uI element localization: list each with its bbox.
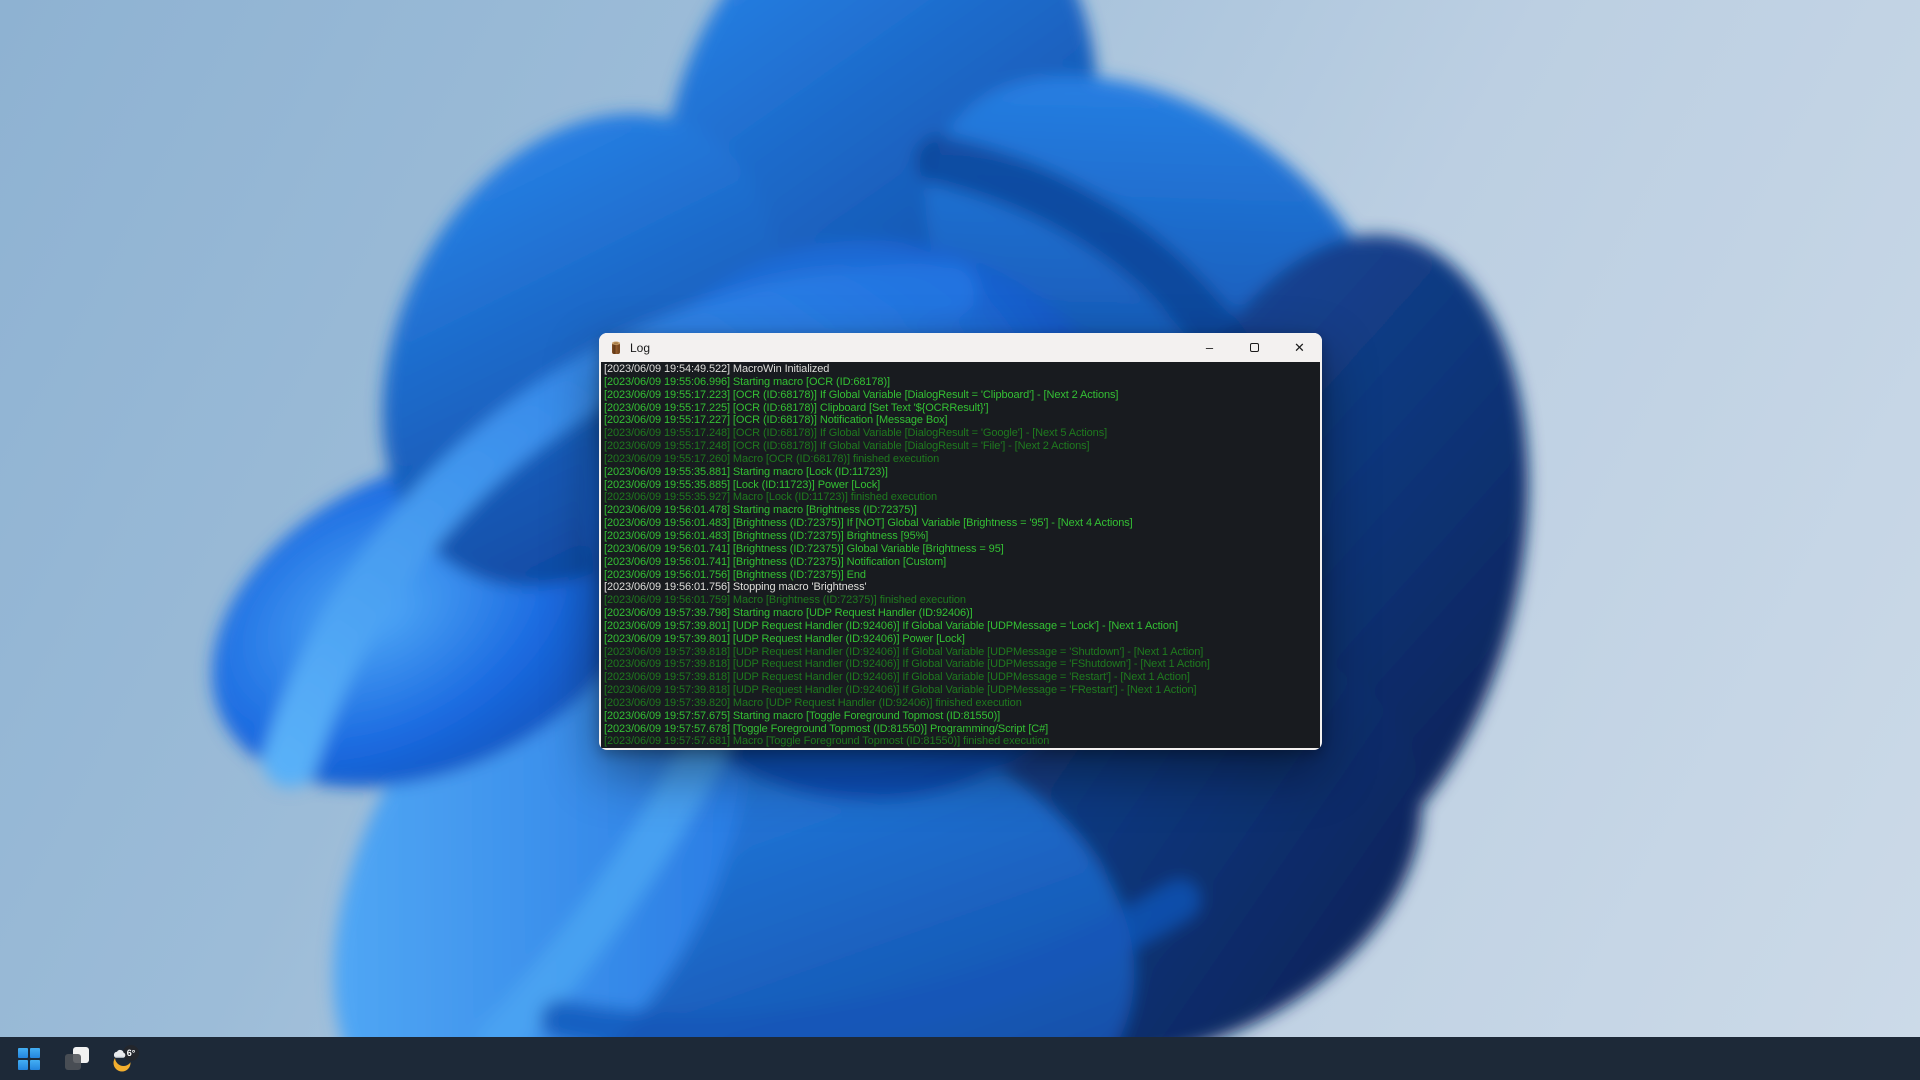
log-window: Log – ✕ [2023/06/09 19:54:49.522] MacroW…: [599, 333, 1322, 750]
log-line: [2023/06/09 19:55:17.248] [OCR (ID:68178…: [604, 440, 1320, 453]
log-line: [2023/06/09 19:56:01.756] [Brightness (I…: [604, 569, 1320, 582]
log-line: [2023/06/09 19:55:06.996] Starting macro…: [604, 376, 1320, 389]
log-line: [2023/06/09 19:57:39.818] [UDP Request H…: [604, 658, 1320, 671]
log-line: [2023/06/09 19:57:57.675] Starting macro…: [604, 710, 1320, 723]
weather-widget-button[interactable]: 6°: [108, 1041, 142, 1077]
log-line: [2023/06/09 19:56:01.483] [Brightness (I…: [604, 517, 1320, 530]
log-line: [2023/06/09 19:55:35.927] Macro [Lock (I…: [604, 491, 1320, 504]
log-line: [2023/06/09 19:57:39.801] [UDP Request H…: [604, 633, 1320, 646]
minimize-icon: –: [1206, 340, 1213, 355]
taskbar: 6°: [0, 1037, 1920, 1080]
log-line: [2023/06/09 19:57:57.678] [Toggle Foregr…: [604, 723, 1320, 736]
log-line: [2023/06/09 19:55:17.248] [OCR (ID:68178…: [604, 427, 1320, 440]
minimize-button[interactable]: –: [1187, 333, 1232, 362]
log-line: [2023/06/09 19:57:39.818] [UDP Request H…: [604, 646, 1320, 659]
log-output[interactable]: [2023/06/09 19:54:49.522] MacroWin Initi…: [601, 362, 1320, 748]
log-line: [2023/06/09 19:57:39.818] [UDP Request H…: [604, 671, 1320, 684]
log-line: [2023/06/09 19:55:35.881] Starting macro…: [604, 466, 1320, 479]
log-line: [2023/06/09 19:55:17.260] Macro [OCR (ID…: [604, 453, 1320, 466]
log-line: [2023/06/09 19:56:01.478] Starting macro…: [604, 504, 1320, 517]
window-title: Log: [630, 341, 650, 355]
log-line: [2023/06/09 19:57:39.818] [UDP Request H…: [604, 684, 1320, 697]
log-line: [2023/06/09 19:56:01.759] Macro [Brightn…: [604, 594, 1320, 607]
start-button[interactable]: [12, 1041, 46, 1077]
log-line: [2023/06/09 19:55:17.223] [OCR (ID:68178…: [604, 389, 1320, 402]
weather-moon-cloud-icon: 6°: [110, 1044, 140, 1074]
log-line: [2023/06/09 19:54:49.522] MacroWin Initi…: [604, 363, 1320, 376]
log-line: [2023/06/09 19:56:01.741] [Brightness (I…: [604, 556, 1320, 569]
log-line: [2023/06/09 19:55:17.225] [OCR (ID:68178…: [604, 402, 1320, 415]
windows-start-icon: [18, 1048, 40, 1070]
log-app-icon: [608, 340, 624, 356]
maximize-button[interactable]: [1232, 333, 1277, 362]
log-window-titlebar[interactable]: Log – ✕: [599, 333, 1322, 362]
log-line: [2023/06/09 19:55:35.885] [Lock (ID:1172…: [604, 479, 1320, 492]
close-icon: ✕: [1294, 340, 1305, 356]
log-line: [2023/06/09 19:57:57.681] Macro [Toggle …: [604, 735, 1320, 748]
window-stack-icon: [65, 1047, 89, 1071]
desktop: Log – ✕ [2023/06/09 19:54:49.522] MacroW…: [0, 0, 1920, 1080]
log-line: [2023/06/09 19:56:01.483] [Brightness (I…: [604, 530, 1320, 543]
log-line: [2023/06/09 19:57:39.801] [UDP Request H…: [604, 620, 1320, 633]
log-line: [2023/06/09 19:57:39.798] Starting macro…: [604, 607, 1320, 620]
log-line: [2023/06/09 19:57:39.820] Macro [UDP Req…: [604, 697, 1320, 710]
weather-temperature: 6°: [127, 1048, 136, 1058]
log-line: [2023/06/09 19:56:01.756] Stopping macro…: [604, 581, 1320, 594]
close-button[interactable]: ✕: [1277, 333, 1322, 362]
taskbar-window-stack-button[interactable]: [60, 1041, 94, 1077]
log-line: [2023/06/09 19:56:01.741] [Brightness (I…: [604, 543, 1320, 556]
log-line: [2023/06/09 19:55:17.227] [OCR (ID:68178…: [604, 414, 1320, 427]
maximize-icon: [1250, 343, 1259, 352]
